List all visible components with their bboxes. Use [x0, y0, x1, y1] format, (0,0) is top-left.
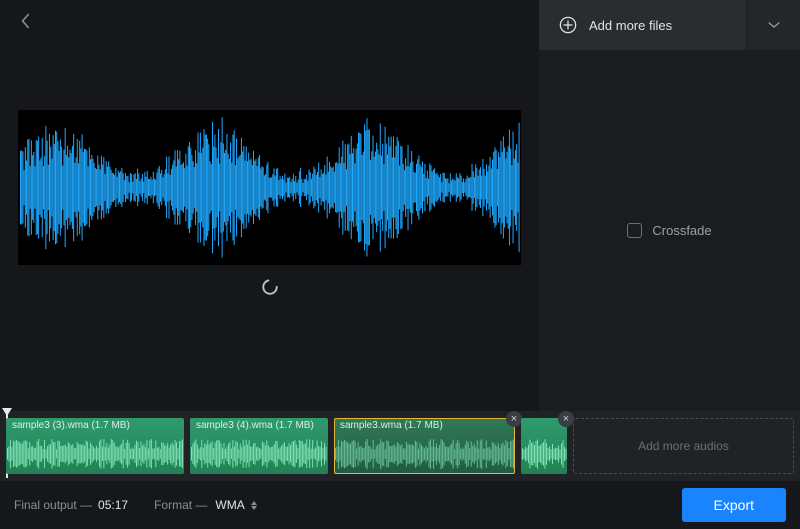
- timeline[interactable]: sample3 (3).wma (1.7 MB) sample3 (4).wma…: [0, 411, 800, 481]
- preview-panel: [0, 0, 539, 411]
- add-more-audios-label: Add more audios: [638, 439, 729, 453]
- clip-label: sample3 (3).wma (1.7 MB): [12, 420, 130, 431]
- waveform-main[interactable]: [18, 110, 521, 265]
- plus-circle-icon: [559, 16, 577, 34]
- footer-bar: Final output — 05:17 Format — WMA Export: [0, 481, 800, 529]
- expand-options-button[interactable]: [746, 0, 800, 50]
- audio-clip[interactable]: [521, 418, 567, 474]
- add-more-files-button[interactable]: Add more files: [539, 0, 746, 50]
- format-value: WMA: [215, 498, 244, 512]
- format-label: Format —: [154, 498, 207, 512]
- audio-clip[interactable]: sample3 (4).wma (1.7 MB): [190, 418, 328, 474]
- final-output-label: Final output —: [14, 498, 92, 512]
- checkbox-icon: [627, 223, 642, 238]
- crossfade-toggle[interactable]: Crossfade: [627, 223, 711, 238]
- remove-clip-button[interactable]: ×: [558, 411, 574, 427]
- add-more-files-label: Add more files: [589, 18, 672, 33]
- audio-clip[interactable]: sample3 (3).wma (1.7 MB): [6, 418, 184, 474]
- add-more-audios-button[interactable]: Add more audios: [573, 418, 794, 474]
- loading-spinner-icon: [261, 278, 279, 296]
- side-panel: Add more files Crossfade: [539, 0, 800, 411]
- clip-label: sample3 (4).wma (1.7 MB): [196, 420, 314, 431]
- format-selector[interactable]: Format — WMA: [154, 498, 257, 512]
- export-label: Export: [714, 497, 754, 513]
- close-icon: ×: [511, 413, 517, 425]
- crossfade-label: Crossfade: [652, 223, 711, 238]
- export-button[interactable]: Export: [682, 488, 786, 522]
- close-icon: ×: [563, 413, 569, 425]
- back-button[interactable]: [16, 12, 34, 30]
- final-output-time: 05:17: [98, 498, 128, 512]
- sort-icon: [251, 501, 257, 510]
- clip-label: sample3.wma (1.7 MB): [340, 420, 443, 431]
- audio-clip-selected[interactable]: sample3.wma (1.7 MB): [334, 418, 515, 474]
- remove-clip-button[interactable]: ×: [506, 411, 522, 427]
